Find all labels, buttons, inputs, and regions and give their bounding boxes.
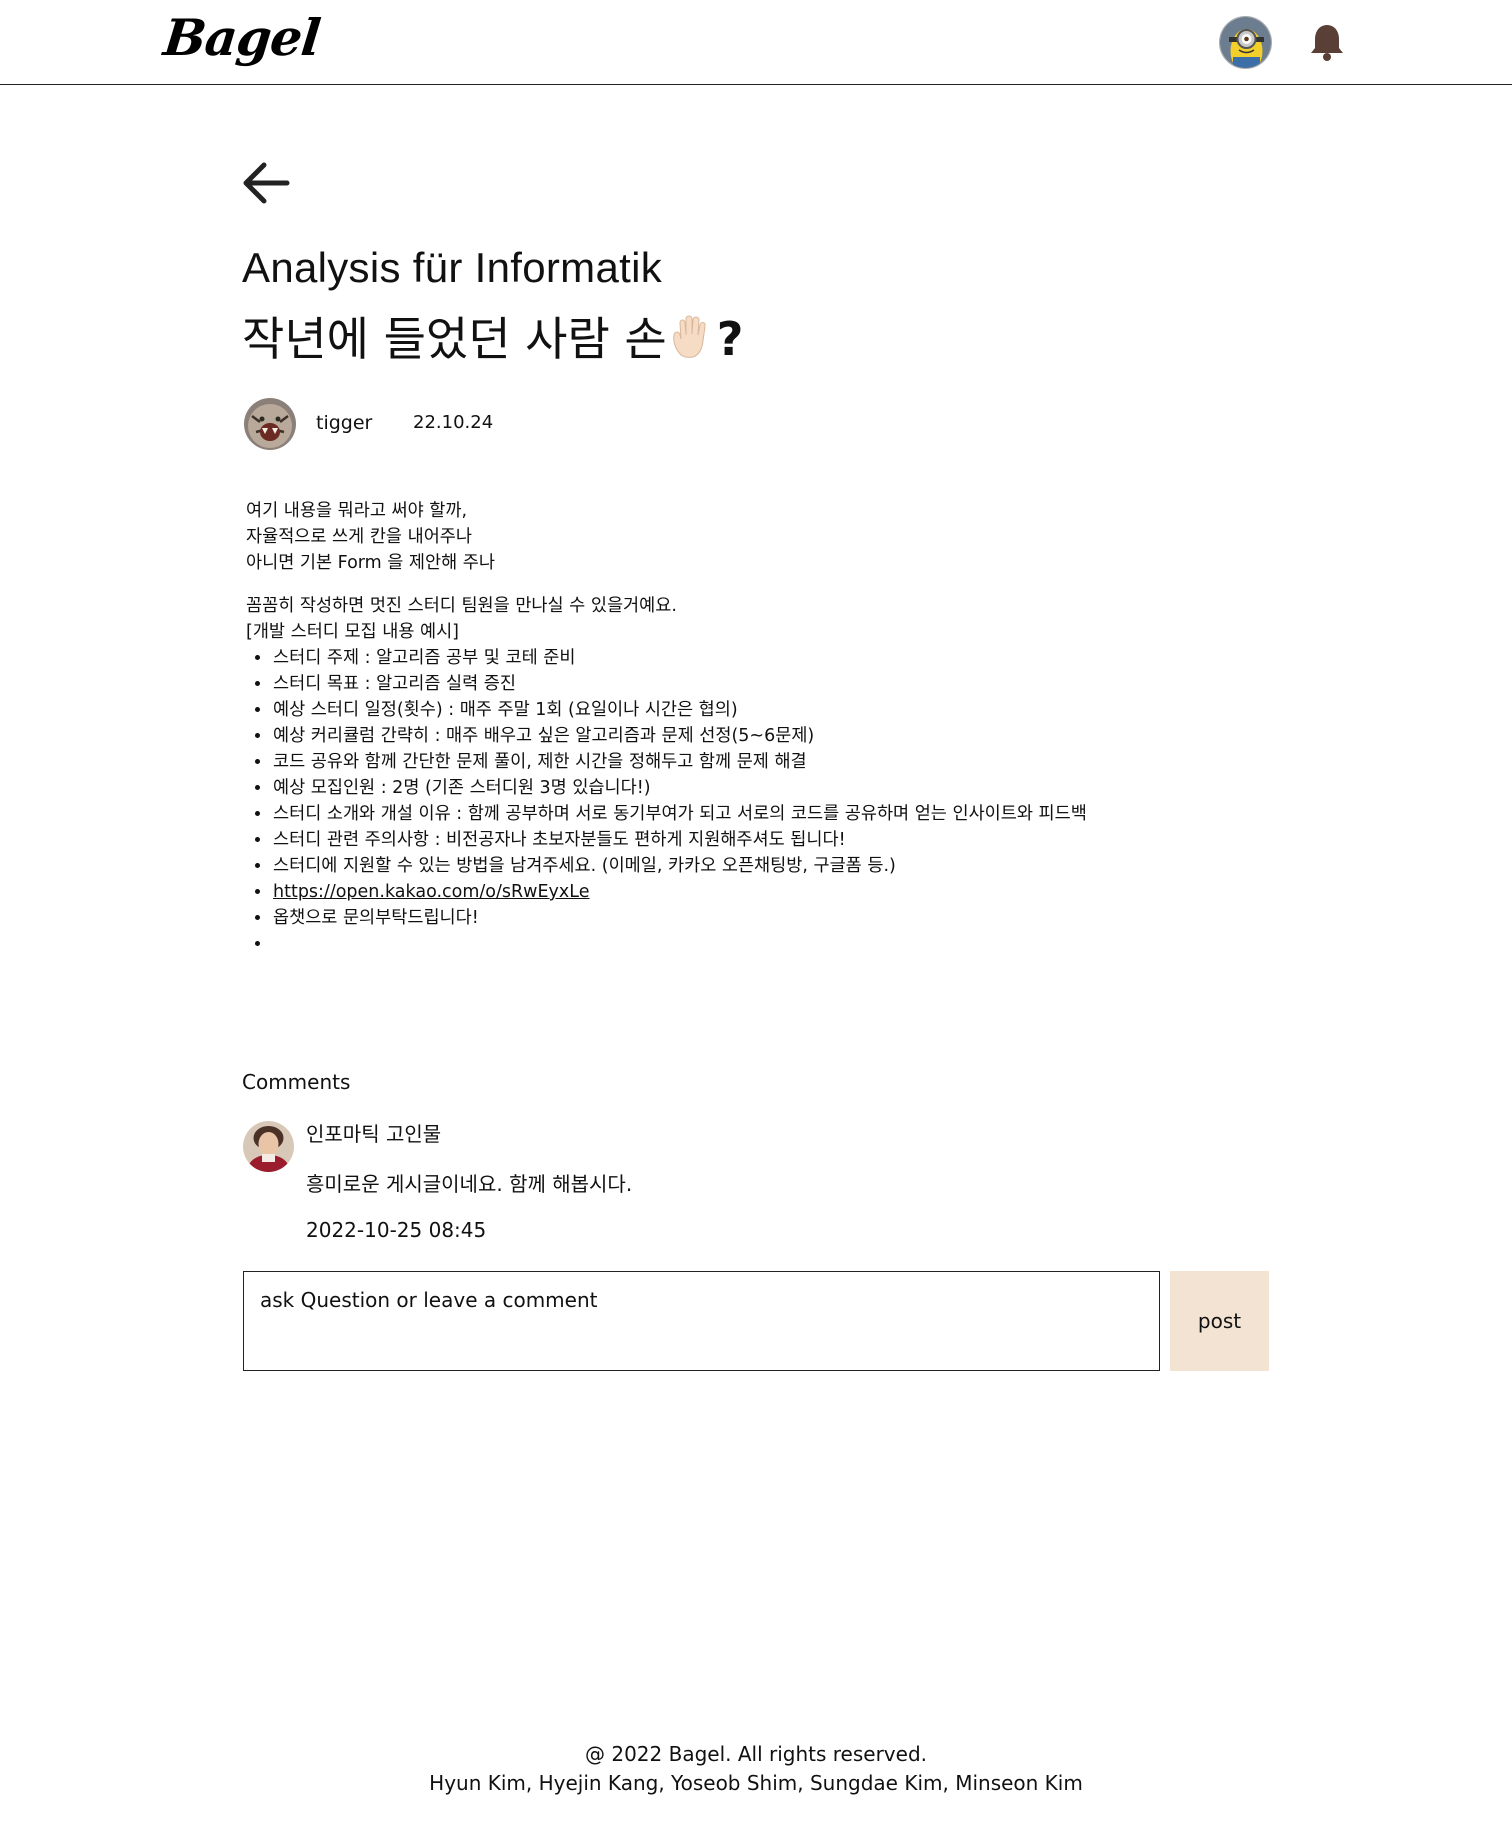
comment-input[interactable] — [243, 1271, 1160, 1371]
comments-heading: Comments — [242, 1070, 351, 1094]
post-intro-line: 자율적으로 쓰게 칸을 내어주나 — [246, 527, 472, 547]
kakao-openchat-link[interactable]: https://open.kakao.com/o/sRwEyxLe — [273, 882, 589, 902]
bagel-logo[interactable]: Bagel — [161, 8, 323, 67]
post-intro-line: 아니면 기본 Form 을 제안해 주나 — [246, 553, 495, 573]
site-footer: @ 2022 Bagel. All rights reserved. Hyun … — [0, 1740, 1512, 1798]
post-date: 22.10.24 — [413, 412, 494, 433]
post-bullet-empty — [272, 931, 1246, 957]
bell-icon[interactable] — [1309, 22, 1345, 62]
author-name[interactable]: tigger — [316, 412, 372, 434]
post-bullet: 스터디에 지원할 수 있는 방법을 남겨주세요. (이메일, 카카오 오픈채팅방… — [272, 853, 1246, 879]
post-bullet: 예상 모집인원 : 2명 (기존 스터디원 3명 있습니다!) — [272, 775, 1246, 801]
team-members-text: Hyun Kim, Hyejin Kang, Yoseob Shim, Sung… — [429, 1771, 1083, 1795]
post-body-line: [개발 스터디 모집 내용 예시] — [246, 622, 460, 642]
comment-author[interactable]: 인포마틱 고인물 — [306, 1118, 441, 1147]
site-header: Bagel — [0, 0, 1512, 85]
post-intro: 여기 내용을 뭐라고 써야 할까, 자율적으로 쓰게 칸을 내어주나 아니면 기… — [246, 498, 1246, 576]
post-title-question-mark: ? — [716, 312, 744, 366]
post-bullet: 스터디 소개와 개설 이유 : 함께 공부하며 서로 동기부여가 되고 서로의 … — [272, 801, 1246, 827]
post-bullet: 스터디 주제 : 알고리즘 공부 및 코테 준비 — [272, 645, 1246, 671]
post-title-korean: 작년에 들었던 사람 손 ? — [242, 303, 743, 369]
post-bullet-list: 스터디 주제 : 알고리즘 공부 및 코테 준비 스터디 목표 : 알고리즘 실… — [246, 645, 1246, 957]
post-title-english: Analysis für Informatik — [242, 244, 663, 291]
post-content: 여기 내용을 뭐라고 써야 할까, 자율적으로 쓰게 칸을 내어주나 아니면 기… — [246, 498, 1246, 957]
copyright-text: @ 2022 Bagel. All rights reserved. — [584, 1742, 927, 1766]
post-bullet: 예상 커리큘럼 간략히 : 매주 배우고 싶은 알고리즘과 문제 선정(5~6문… — [272, 723, 1246, 749]
post-bullet: 스터디 관련 주의사항 : 비전공자나 초보자분들도 편하게 지원해주셔도 됩니… — [272, 827, 1246, 853]
post-body-line: 꼼꼼히 작성하면 멋진 스터디 팀원을 만나실 수 있을거예요. — [246, 596, 677, 616]
post-bullet: 예상 스터디 일정(횟수) : 매주 주말 1회 (요일이나 시간은 협의) — [272, 697, 1246, 723]
post-bullet: 옵챗으로 문의부탁드립니다! — [272, 905, 1246, 931]
post-bullet: 스터디 목표 : 알고리즘 실력 증진 — [272, 671, 1246, 697]
commenter-avatar[interactable] — [243, 1121, 294, 1172]
author-avatar[interactable] — [244, 398, 296, 450]
comment-timestamp: 2022-10-25 08:45 — [306, 1218, 487, 1242]
user-avatar[interactable] — [1219, 16, 1272, 69]
post-title-korean-text: 작년에 들었던 사람 손 — [242, 312, 667, 366]
post-bullet-link-item: https://open.kakao.com/o/sRwEyxLe — [272, 879, 1246, 905]
back-arrow-icon[interactable] — [240, 160, 292, 206]
post-intro-line: 여기 내용을 뭐라고 써야 할까, — [246, 501, 468, 521]
post-bullet: 코드 공유와 함께 간단한 문제 풀이, 제한 시간을 정해두고 함께 문제 해… — [272, 749, 1246, 775]
raised-hand-icon — [667, 311, 717, 361]
post-comment-button[interactable]: post — [1170, 1271, 1269, 1371]
comment-text: 흥미로운 게시글이네요. 함께 해봅시다. — [306, 1172, 633, 1196]
